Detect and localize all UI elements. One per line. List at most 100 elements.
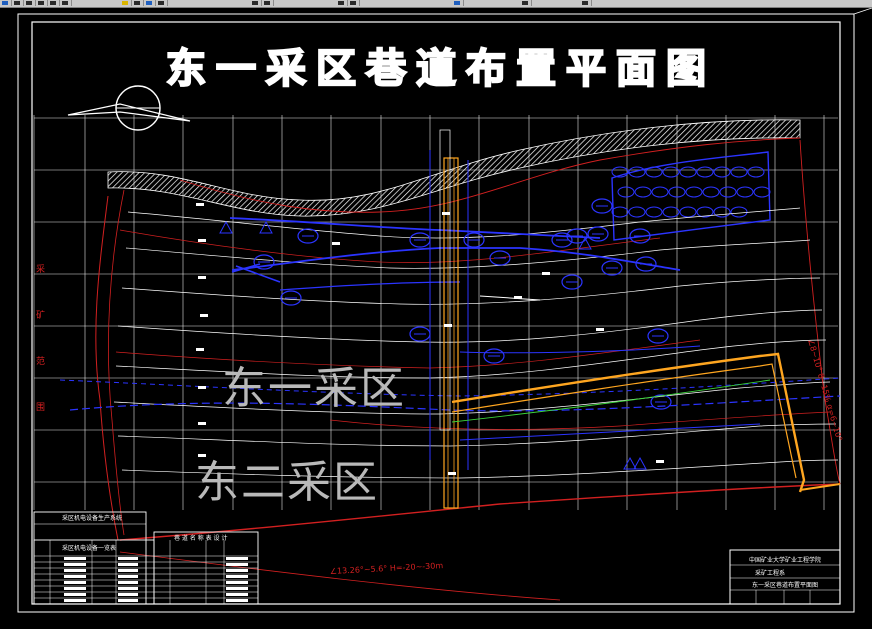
toolbar-button-line[interactable]: [156, 0, 168, 6]
goaf-pebble: [702, 186, 720, 198]
toolbar-button-grid[interactable]: [520, 0, 532, 6]
haulage-roadway-inner: [451, 363, 797, 479]
toolbar-button-match[interactable]: [132, 0, 144, 6]
legend-cell: [226, 563, 248, 566]
toolbar-button-zoom[interactable]: [12, 0, 24, 6]
contour-line: [117, 423, 837, 447]
inner-frame: [31, 21, 841, 605]
legend-table-3-title: 巷 道 名 称 表 设 计: [174, 534, 227, 542]
main-shaft-inner: [447, 157, 455, 509]
elevation-tag: [198, 386, 206, 389]
pan-icon: [2, 1, 8, 5]
elevation-tag: [596, 328, 604, 331]
goaf-pebble: [662, 166, 680, 178]
side-label: 围: [36, 402, 45, 413]
title-block-dept: 采矿工程系: [755, 569, 785, 577]
toolbar-button-cut[interactable]: [60, 0, 72, 6]
toolbar-button-paste[interactable]: [120, 0, 132, 6]
toolbar-button-arc[interactable]: [250, 0, 262, 6]
contour-line: [127, 207, 801, 239]
goaf-pebble: [730, 166, 748, 178]
elevation-tag: [656, 460, 664, 463]
contour-line: [121, 277, 821, 305]
goaf-area-outline: [611, 151, 771, 241]
drawing-toolbar: [0, 0, 872, 8]
goaf-pebble: [730, 206, 748, 218]
text-icon: [338, 1, 344, 5]
triangle-marker: [259, 220, 273, 234]
drawing-title-text: 东一采区巷道布置平面图: [166, 46, 716, 92]
toolbar-button-redo[interactable]: [36, 0, 48, 6]
grid-icon: [522, 1, 528, 5]
triangle-marker: [633, 456, 647, 470]
goaf-pebble: [713, 166, 731, 178]
goaf-pebble: [645, 166, 663, 178]
elevation-tag: [514, 296, 522, 299]
elevation-tag: [200, 314, 208, 317]
elevation-tag: [196, 203, 204, 206]
legend-cell: [226, 593, 248, 596]
toolbar-button-properties[interactable]: [452, 0, 464, 6]
side-label: 采: [36, 264, 45, 275]
properties-icon: [454, 1, 460, 5]
toolbar-button-layer[interactable]: [144, 0, 156, 6]
toolbar-button-circle[interactable]: [262, 0, 274, 6]
fault-line: [115, 339, 701, 369]
goaf-pebble: [685, 186, 703, 198]
elevation-tag: [448, 472, 456, 475]
legend-cell: [64, 575, 86, 578]
side-label: 矿: [36, 309, 45, 321]
measure-icon: [350, 1, 356, 5]
title-block-org: 中国矿业大学矿业工程学院: [749, 556, 821, 564]
conveyor-line: [451, 379, 771, 423]
legend-cell: [118, 563, 138, 566]
copy-icon: [50, 1, 56, 5]
outer-frame: [17, 13, 855, 613]
title-block-sheet: 东一采区巷道布置平面图: [752, 581, 818, 589]
toolbar-button-undo[interactable]: [24, 0, 36, 6]
goaf-pebble: [611, 206, 629, 218]
legend-cell: [64, 557, 86, 560]
legend-cell: [226, 581, 248, 584]
goaf-pebble: [736, 186, 754, 198]
roadway-white: [479, 295, 541, 301]
toolbar-button-text[interactable]: [336, 0, 348, 6]
goaf-pebble: [747, 166, 765, 178]
goaf-pebble: [662, 206, 680, 218]
toolbar-button-copy[interactable]: [48, 0, 60, 6]
fault-line: [119, 229, 661, 263]
match-icon: [134, 1, 140, 5]
arc-icon: [252, 1, 258, 5]
legend-cell: [118, 557, 138, 560]
legend-cell: [118, 593, 138, 596]
goaf-pebble: [753, 186, 771, 198]
toolbar-button-pan[interactable]: [0, 0, 12, 6]
cut-icon: [62, 1, 68, 5]
legend-cell: [118, 575, 138, 578]
legend-cell: [64, 569, 86, 572]
cad-canvas[interactable]: 采矿范围 ∠8~10° 8~15% α=6~10° ∠13.26°~5.6° H=-…: [0, 7, 872, 625]
elevation-tag: [542, 272, 550, 275]
legend-cell: [64, 587, 86, 590]
snap-icon: [582, 1, 588, 5]
elevation-tag: [198, 276, 206, 279]
legend-cell: [64, 593, 86, 596]
zone-label-east-2: 东二采区: [195, 457, 379, 508]
circle-icon: [264, 1, 270, 5]
legend-cell: [64, 599, 86, 602]
toolbar-button-measure[interactable]: [348, 0, 360, 6]
legend-cell: [226, 599, 248, 602]
goaf-pebble: [696, 166, 714, 178]
toolbar-button-snap[interactable]: [580, 0, 592, 6]
goaf-pebble: [634, 186, 652, 198]
elevation-tag: [442, 212, 450, 215]
mine-boundary-lower: [119, 551, 561, 601]
elevation-tag: [332, 242, 340, 245]
legend-cell: [118, 581, 138, 584]
triangle-marker: [623, 456, 637, 470]
line-icon: [158, 1, 164, 5]
drawing-svg: 采矿范围 ∠8~10° 8~15% α=6~10° ∠13.26°~5.6° H=-…: [17, 7, 872, 613]
legend-cell: [64, 563, 86, 566]
zone-label-east-1: 东一采区: [222, 363, 406, 414]
roadway-upper: [229, 217, 601, 239]
